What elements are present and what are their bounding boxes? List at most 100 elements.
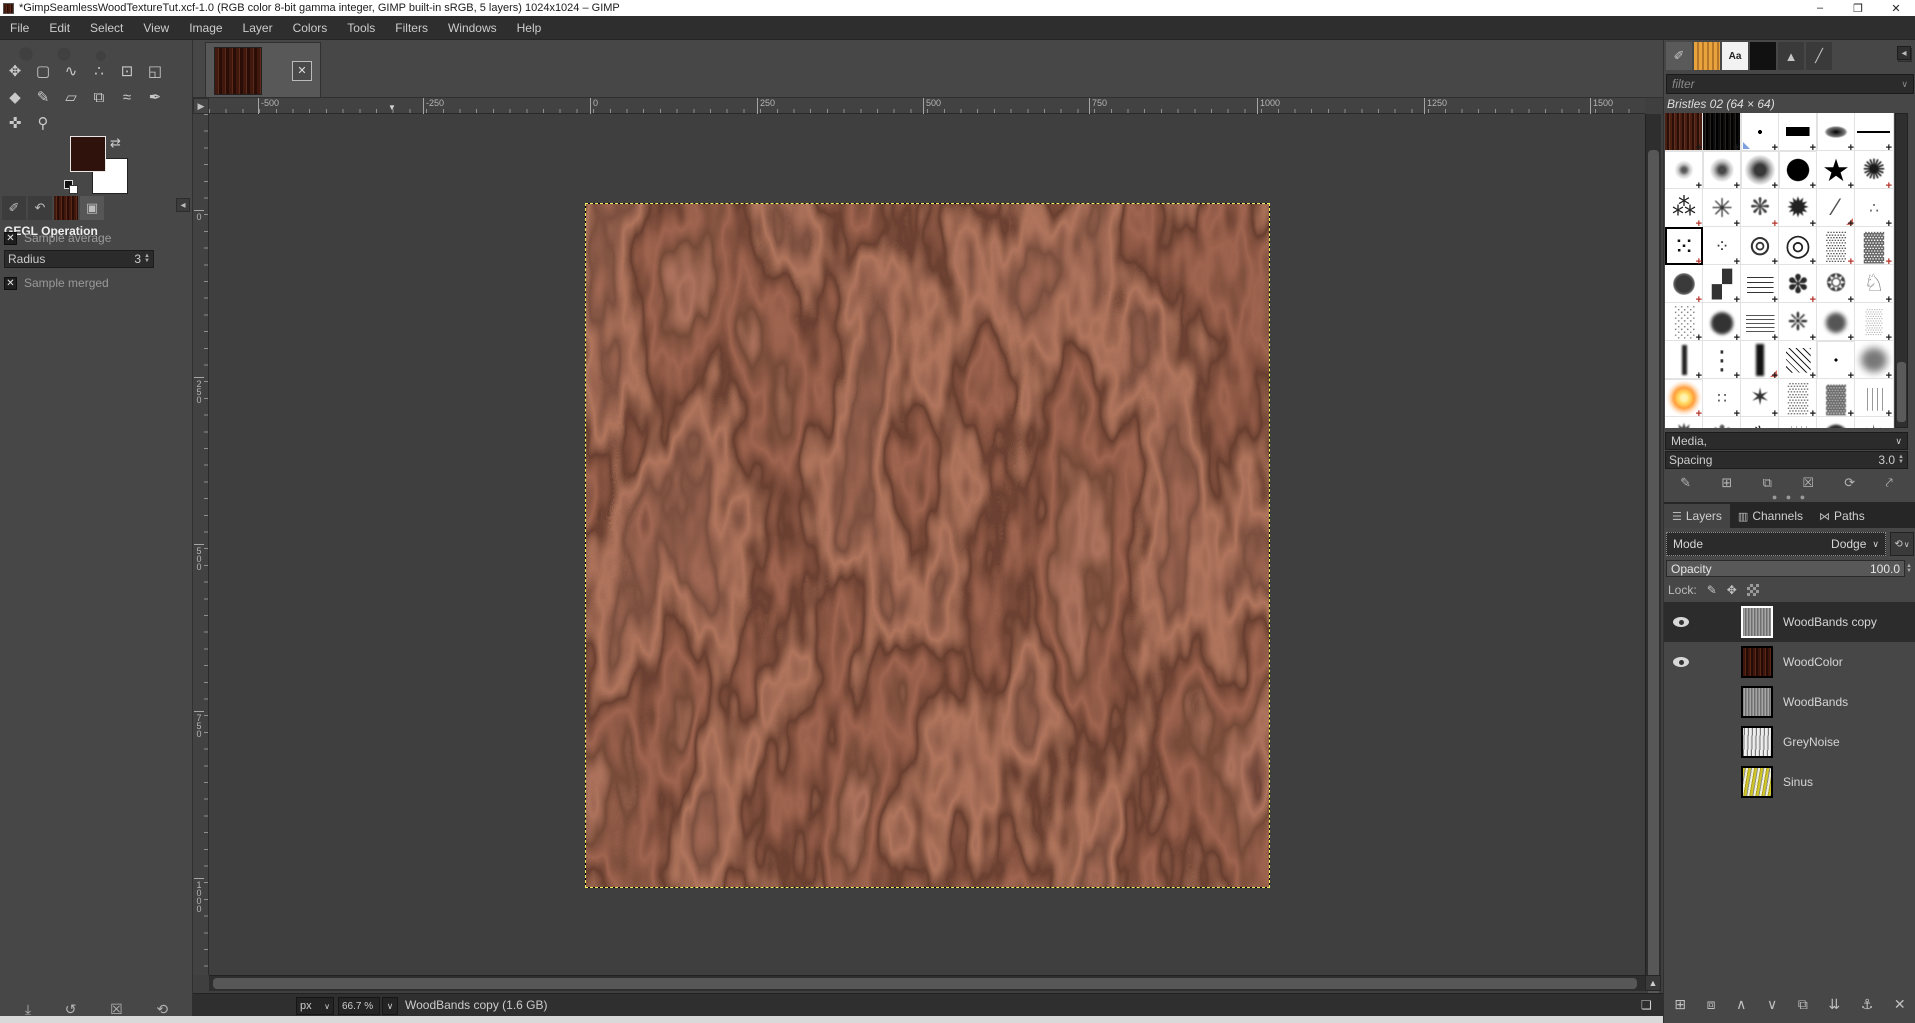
heavy-stroke-brush[interactable]	[1741, 341, 1779, 379]
smear-blob-brush[interactable]	[1817, 303, 1855, 341]
canvas-viewport[interactable]	[209, 114, 1645, 975]
patterns-tab[interactable]	[1694, 42, 1720, 70]
anchor-layer-button[interactable]: ⚓	[1861, 996, 1874, 1013]
tab-paths[interactable]: ⋈ Paths	[1811, 504, 1873, 528]
soft-ellipse-brush[interactable]	[1817, 113, 1855, 151]
undo-history-tab[interactable]: ↶	[28, 196, 52, 220]
menu-item[interactable]: View	[133, 18, 179, 38]
new-layer-button[interactable]: ⊞	[1674, 996, 1686, 1013]
fine-noise-disc[interactable]	[1665, 303, 1703, 341]
grass-strokes-brush[interactable]	[1855, 379, 1893, 417]
menu-item[interactable]: Windows	[438, 18, 507, 38]
eraser-tool[interactable]: ▱	[57, 84, 85, 110]
rectangle-select-tool[interactable]: ▢	[29, 58, 57, 84]
chalk-brush[interactable]	[1855, 151, 1893, 189]
dock-splitter-handle[interactable]: ● ● ●	[1664, 494, 1915, 502]
dark-blob-brush[interactable]	[1703, 303, 1741, 341]
brush-grid-scrollbar[interactable]	[1895, 113, 1908, 428]
sample-merged-checkbox[interactable]: ✕	[4, 277, 17, 290]
hatch-lines-brush[interactable]	[1741, 265, 1779, 303]
horizontal-ruler[interactable]: -500-2500250500750100012501500	[209, 98, 1645, 114]
horizontal-scrollbar[interactable]	[209, 975, 1645, 991]
texture-blob-2[interactable]	[1817, 265, 1855, 303]
menu-item[interactable]: Colors	[283, 18, 338, 38]
layer-thumbnail[interactable]	[1741, 646, 1773, 678]
lock-position-icon[interactable]: ✥	[1727, 583, 1737, 597]
vortex-orange-brush[interactable]	[1665, 379, 1703, 417]
round-noise-brush[interactable]	[1779, 379, 1817, 417]
delete-layer-button[interactable]: ✕	[1894, 996, 1906, 1013]
edit-brush-button[interactable]: ✎	[1680, 475, 1691, 491]
device-status-tab[interactable]: ▣	[80, 196, 104, 220]
sample-average-checkbox[interactable]: ✕	[4, 232, 17, 245]
tab-layers[interactable]: ☰ Layers	[1664, 504, 1730, 528]
chunky-blob-brush[interactable]	[1703, 265, 1741, 303]
diagonal-dash-brush[interactable]	[1817, 189, 1855, 227]
close-button[interactable]: ✕	[1877, 2, 1915, 15]
layer-thumbnail[interactable]	[1741, 606, 1773, 638]
foreground-color-swatch[interactable]	[70, 136, 106, 172]
layer-thumbnail[interactable]	[1741, 686, 1773, 718]
default-colors-icon[interactable]	[64, 180, 80, 196]
image-thumbnail-tab[interactable]	[54, 196, 78, 220]
dotted-streak-brush[interactable]	[1703, 341, 1741, 379]
dock-menu-icon[interactable]: ◂	[1897, 46, 1911, 60]
mode-switch-button[interactable]: ⟲ ∨	[1890, 532, 1914, 556]
navigation-button[interactable]: ▲	[1645, 975, 1661, 991]
vertical-scrollbar[interactable]	[1645, 114, 1661, 975]
menu-item[interactable]: Help	[507, 18, 552, 38]
dynamics-tab[interactable]: ╱	[1806, 42, 1832, 70]
smudge-tool[interactable]: ≈	[113, 84, 141, 110]
histogram-tab[interactable]: ▲	[1778, 42, 1804, 70]
texture-blob-1[interactable]	[1779, 265, 1817, 303]
soft-round-small[interactable]	[1665, 151, 1703, 189]
layer-row[interactable]: WoodBands	[1664, 682, 1915, 722]
radius-spinner[interactable]: Radius 3 ▲▼	[4, 250, 154, 268]
splatter-2[interactable]	[1703, 189, 1741, 227]
brush-grid-scrollbar-thumb[interactable]	[1897, 362, 1906, 422]
image-tab-close-icon[interactable]: ✕	[292, 61, 312, 81]
menu-item[interactable]: File	[0, 18, 39, 38]
swap-colors-icon[interactable]: ⇄	[110, 135, 121, 151]
merge-down-button[interactable]: ⇊	[1828, 996, 1840, 1013]
soft-cloud-brush[interactable]	[1855, 341, 1893, 379]
layer-row[interactable]: WoodColor	[1664, 642, 1915, 682]
opacity-slider[interactable]: Opacity 100.0	[1666, 560, 1905, 577]
refresh-brushes-button[interactable]: ⟳	[1844, 475, 1855, 491]
star-brush[interactable]	[1817, 151, 1855, 189]
cell-texture-1[interactable]	[1741, 227, 1779, 265]
pencil-lines-brush[interactable]	[1741, 303, 1779, 341]
specks-brush[interactable]	[1855, 189, 1893, 227]
menu-item[interactable]: Edit	[39, 18, 80, 38]
rough-disc-brush[interactable]	[1817, 379, 1855, 417]
grainy-disc-brush[interactable]	[1665, 265, 1703, 303]
grass-strokes-2[interactable]	[1779, 417, 1817, 428]
menu-item[interactable]: Image	[179, 18, 232, 38]
layer-row[interactable]: WoodBands copy	[1664, 602, 1915, 642]
spacing-spin-arrows[interactable]: ▲▼	[1898, 455, 1904, 465]
lock-pixels-icon[interactable]: ✎	[1707, 583, 1717, 597]
minimize-button[interactable]: –	[1801, 2, 1839, 14]
layer-mode-select[interactable]: Mode Dodge ∨	[1666, 532, 1886, 556]
soft-round-large[interactable]	[1741, 151, 1779, 189]
vertical-ruler[interactable]: 02505007501000	[193, 114, 209, 975]
clone-tool[interactable]: ⧉	[85, 84, 113, 110]
new-brush-button[interactable]: ⊞	[1721, 475, 1732, 491]
vertical-scrollbar-thumb[interactable]	[1648, 150, 1659, 1006]
grunge-disc-2[interactable]	[1703, 417, 1741, 428]
splatter-4[interactable]	[1779, 189, 1817, 227]
grunge-disc-1[interactable]	[1665, 417, 1703, 428]
diagonal-lines-brush[interactable]	[1779, 341, 1817, 379]
brush-tag-select[interactable]: Media, ∨	[1665, 432, 1908, 450]
ink-tool[interactable]: ✒	[141, 84, 169, 110]
fonts-tab[interactable]: Aa	[1722, 42, 1748, 70]
layer-row[interactable]: Sinus	[1664, 762, 1915, 802]
starburst-brush[interactable]	[1855, 417, 1893, 428]
visibility-eye-icon[interactable]	[1673, 617, 1689, 627]
swirl-blob-brush[interactable]	[1779, 303, 1817, 341]
splatter-3[interactable]	[1741, 189, 1779, 227]
pixel-brush[interactable]	[1741, 113, 1779, 151]
line-brush[interactable]	[1855, 113, 1893, 151]
splatter-5[interactable]	[1741, 379, 1779, 417]
vertical-worm-brush[interactable]	[1665, 341, 1703, 379]
